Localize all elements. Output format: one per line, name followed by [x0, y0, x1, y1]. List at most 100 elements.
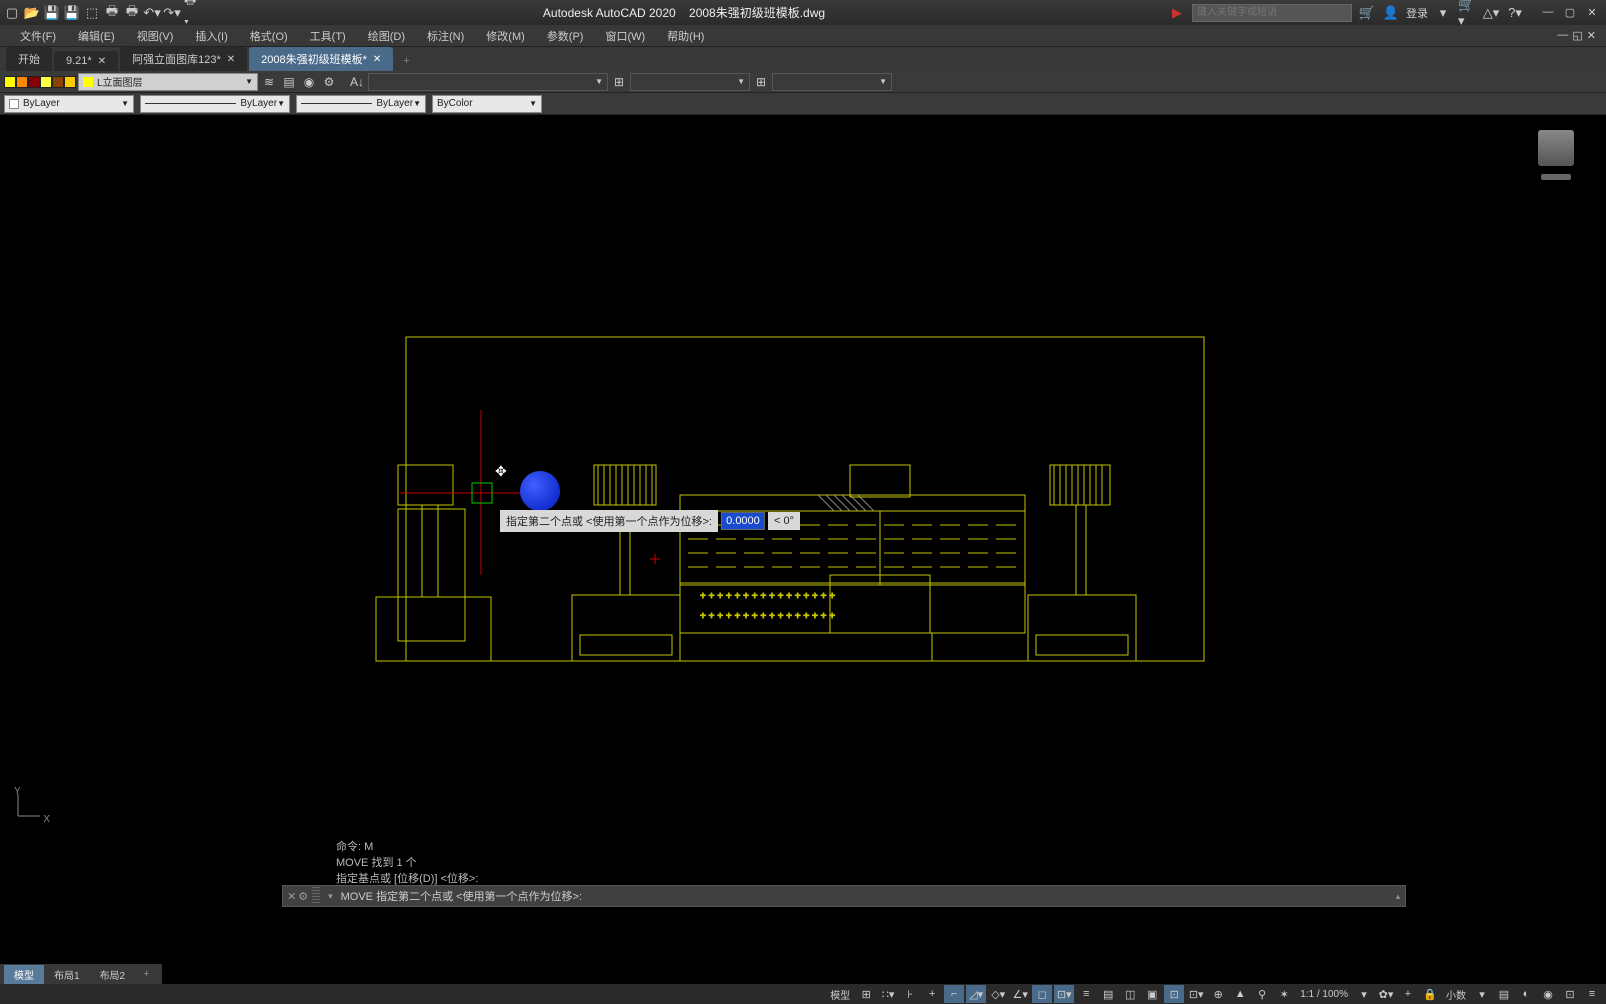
- filetab-library[interactable]: 阿强立面图库123*✕: [120, 47, 247, 71]
- layer-state-icon[interactable]: ⚙: [320, 73, 338, 91]
- close-button[interactable]: ✕: [1582, 6, 1602, 19]
- layer-combo[interactable]: L立面图层 ▼: [78, 73, 258, 91]
- customize-button[interactable]: ≡: [1582, 985, 1602, 1003]
- units-toggle[interactable]: 🔒: [1420, 985, 1440, 1003]
- transparency-toggle[interactable]: ▤: [1098, 985, 1118, 1003]
- color-swatch[interactable]: [40, 76, 52, 88]
- text-icon[interactable]: A↓: [348, 73, 366, 91]
- text-style-combo[interactable]: ▼: [368, 73, 608, 91]
- dim-icon[interactable]: ⊞: [610, 73, 628, 91]
- lineweight-toggle[interactable]: ≡: [1076, 985, 1096, 1003]
- color-swatch[interactable]: [28, 76, 40, 88]
- filetab-921[interactable]: 9.21*✕: [54, 51, 118, 71]
- 3dosnap-toggle[interactable]: ▣: [1142, 985, 1162, 1003]
- viewcube-face[interactable]: [1538, 130, 1574, 166]
- ortho-toggle[interactable]: ⌐: [944, 985, 964, 1003]
- print-icon[interactable]: 🖶: [124, 5, 140, 21]
- color-swatch[interactable]: [52, 76, 64, 88]
- close-icon[interactable]: ✕: [373, 54, 381, 65]
- annoscale-toggle[interactable]: ▲: [1230, 985, 1250, 1003]
- layouttab-layout1[interactable]: 布局1: [44, 965, 90, 984]
- isolate-toggle[interactable]: ◉: [1538, 985, 1558, 1003]
- layouttab-add-button[interactable]: +: [135, 966, 157, 982]
- color-swatch[interactable]: [64, 76, 76, 88]
- exchange-icon[interactable]: 🛒: [1358, 4, 1376, 22]
- gizmo-toggle[interactable]: ⊕: [1208, 985, 1228, 1003]
- user-icon[interactable]: 👤: [1382, 4, 1400, 22]
- status-precision[interactable]: 小数: [1442, 987, 1470, 1002]
- autoscale-toggle[interactable]: ✶: [1274, 985, 1294, 1003]
- selection-filter[interactable]: ⊡▾: [1186, 985, 1206, 1003]
- dyn-distance-input[interactable]: [721, 512, 765, 530]
- menu-dimension[interactable]: 标注(N): [417, 25, 474, 47]
- help-search-input[interactable]: [1192, 4, 1352, 22]
- view-cube[interactable]: [1536, 130, 1576, 185]
- annovisibility-toggle[interactable]: ⚲: [1252, 985, 1272, 1003]
- status-scale[interactable]: 1:1 / 100%: [1296, 989, 1352, 1000]
- anno-monitor[interactable]: +: [1398, 985, 1418, 1003]
- 2dosnap-toggle[interactable]: ⊡▾: [1054, 985, 1074, 1003]
- close-icon[interactable]: ✕: [227, 54, 235, 65]
- viewcube-compass[interactable]: [1541, 174, 1571, 180]
- menu-edit[interactable]: 编辑(E): [68, 25, 125, 47]
- otrack-toggle[interactable]: ◻: [1032, 985, 1052, 1003]
- filetab-add-button[interactable]: +: [395, 51, 417, 71]
- doc-close[interactable]: ✕: [1587, 29, 1596, 42]
- dyninput-toggle[interactable]: +: [922, 985, 942, 1003]
- cmdline-close-icon[interactable]: ✕: [287, 890, 296, 903]
- menu-draw[interactable]: 绘图(D): [358, 25, 415, 47]
- layer-prev-icon[interactable]: ◉: [300, 73, 318, 91]
- snap-toggle[interactable]: ∷▾: [878, 985, 898, 1003]
- layouttab-model[interactable]: 模型: [4, 965, 44, 984]
- plotstyle-combo[interactable]: ByColor ▼: [432, 95, 542, 113]
- workspace-switch[interactable]: ✿▾: [1376, 985, 1396, 1003]
- cmdline-grip[interactable]: [312, 887, 320, 905]
- minimize-button[interactable]: —: [1538, 6, 1558, 19]
- lineweight-combo[interactable]: ByLayer ▼: [296, 95, 426, 113]
- web-icon[interactable]: ⬚: [84, 5, 100, 21]
- hwaccel-toggle[interactable]: ◐: [1516, 985, 1536, 1003]
- linetype-combo[interactable]: ByLayer ▼: [140, 95, 290, 113]
- cleanscreen-toggle[interactable]: ⊡: [1560, 985, 1580, 1003]
- doc-minimize[interactable]: —: [1557, 29, 1568, 42]
- plot-icon[interactable]: 🖶: [104, 5, 120, 21]
- cmdline-scroll-up-icon[interactable]: ▲: [1391, 892, 1405, 901]
- color-swatch[interactable]: [4, 76, 16, 88]
- autodesk-icon[interactable]: ▶: [1168, 4, 1186, 22]
- dropdown-login-icon[interactable]: ▾: [1434, 4, 1452, 22]
- quickprops-toggle[interactable]: ▤: [1494, 985, 1514, 1003]
- menu-parametric[interactable]: 参数(P): [537, 25, 594, 47]
- saveas-icon[interactable]: 💾: [64, 5, 80, 21]
- redo-icon[interactable]: ↷▾: [164, 5, 180, 21]
- command-line[interactable]: ✕ ⚙ ▾ MOVE 指定第二个点或 <使用第一个点作为位移>: ▲: [282, 885, 1406, 907]
- table-icon[interactable]: ⊞: [752, 73, 770, 91]
- open-icon[interactable]: 📂: [24, 5, 40, 21]
- layer-match-icon[interactable]: ▤: [280, 73, 298, 91]
- help-icon[interactable]: ?▾: [1506, 4, 1524, 22]
- cmdline-config-icon[interactable]: ⚙: [298, 890, 308, 903]
- filetab-start[interactable]: 开始: [6, 47, 52, 71]
- undo-icon[interactable]: ↶▾: [144, 5, 160, 21]
- grid-toggle[interactable]: ⊞: [856, 985, 876, 1003]
- layouttab-layout2[interactable]: 布局2: [90, 965, 136, 984]
- table-style-combo[interactable]: ▼: [772, 73, 892, 91]
- color-swatch[interactable]: [16, 76, 28, 88]
- polar-toggle[interactable]: ◿▾: [966, 985, 986, 1003]
- login-link[interactable]: 登录: [1406, 5, 1428, 21]
- triangle-icon[interactable]: △▾: [1482, 4, 1500, 22]
- dim-style-combo[interactable]: ▼: [630, 73, 750, 91]
- workspace-icon[interactable]: 🖶▾: [184, 5, 200, 21]
- save-icon[interactable]: 💾: [44, 5, 60, 21]
- drawing-canvas[interactable]: + + + + + + + + + + + + + + + + + + + + …: [0, 115, 1606, 839]
- close-icon[interactable]: ✕: [98, 56, 106, 67]
- infer-toggle[interactable]: ⊦: [900, 985, 920, 1003]
- menu-modify[interactable]: 修改(M): [476, 25, 535, 47]
- dyn-ucs-toggle[interactable]: ⊡: [1164, 985, 1184, 1003]
- menu-tools[interactable]: 工具(T): [300, 25, 356, 47]
- new-icon[interactable]: ▢: [4, 5, 20, 21]
- osnap-toggle[interactable]: ∠▾: [1010, 985, 1030, 1003]
- filetab-template[interactable]: 2008朱强初级班模板*✕: [249, 47, 393, 71]
- units-dropdown[interactable]: ▾: [1472, 985, 1492, 1003]
- menu-file[interactable]: 文件(F): [10, 25, 66, 47]
- cycling-toggle[interactable]: ◫: [1120, 985, 1140, 1003]
